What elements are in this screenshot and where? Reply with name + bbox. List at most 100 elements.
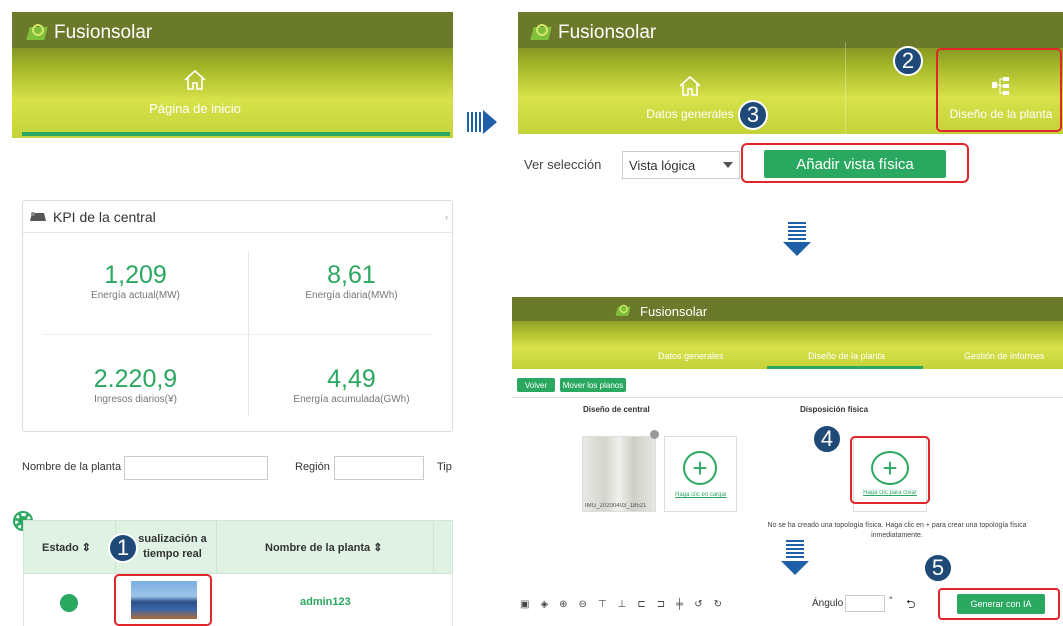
sun-panel-icon bbox=[615, 304, 630, 318]
plant-design-title: Diseño de central bbox=[583, 405, 650, 414]
app-logo: Fusionsolar bbox=[530, 22, 656, 44]
degree-symbol: ° bbox=[889, 595, 893, 605]
view-select-value: Vista lógica bbox=[629, 157, 696, 173]
plant-name-input[interactable] bbox=[124, 456, 268, 480]
down-arrow-icon bbox=[786, 540, 804, 560]
kpi-divider-horizontal bbox=[43, 334, 433, 335]
kpi-total-energy: 4,49 Energía acumulada(GWh) bbox=[249, 365, 454, 405]
home-icon bbox=[184, 69, 206, 90]
kpi-value: 1,209 bbox=[104, 261, 167, 289]
sun-panel-icon bbox=[530, 24, 552, 42]
down-arrow-head bbox=[783, 242, 811, 256]
highlight-create-card bbox=[850, 436, 930, 504]
region-input[interactable] bbox=[334, 456, 424, 480]
kpi-current-power: 1,209 Energía actual(MW) bbox=[23, 261, 248, 301]
tab-design[interactable]: Diseño de la planta bbox=[808, 351, 885, 361]
app-logo: Fusionsolar bbox=[26, 22, 152, 44]
highlight-generate-button bbox=[938, 588, 1060, 620]
align-bottom-icon[interactable]: ⊥ bbox=[618, 599, 627, 610]
highlight-add-button bbox=[741, 143, 969, 183]
step-1-badge: 1 bbox=[108, 533, 138, 563]
add-circle-icon[interactable]: + bbox=[683, 451, 717, 485]
app-name: Fusionsolar bbox=[640, 303, 708, 319]
kpi-daily-energy: 8,61 Energía diaria(MWh) bbox=[249, 261, 454, 301]
home-label: Página de inicio bbox=[149, 101, 241, 116]
app-name: Fusionsolar bbox=[54, 22, 153, 43]
tab-overview[interactable]: Datos generales bbox=[658, 351, 724, 361]
plant-image-caption: IMG_20200403_18521 bbox=[585, 503, 647, 509]
redo-icon[interactable]: ↻ bbox=[714, 599, 722, 610]
kpi-label: Energía acumulada(GWh) bbox=[293, 394, 410, 405]
home-active-underline bbox=[22, 132, 450, 136]
upload-link[interactable]: Haga clic en cargar bbox=[671, 492, 731, 498]
down-arrow-icon bbox=[788, 222, 806, 242]
header-divider bbox=[216, 520, 217, 574]
tab-reports[interactable]: Gestión de informes bbox=[964, 351, 1045, 361]
table-header-plant-name[interactable]: Nombre de la planta ⇕ bbox=[265, 541, 382, 554]
angle-label: Ángulo bbox=[812, 598, 844, 609]
header-divider bbox=[433, 520, 434, 574]
kpi-label: Energía actual(MW) bbox=[91, 290, 180, 301]
table-header-estado[interactable]: Estado ⇕ bbox=[42, 541, 91, 554]
table-header-realtime: sualización a tiempo real bbox=[138, 533, 207, 560]
align-right-icon[interactable]: ⊐ bbox=[657, 599, 665, 610]
kpi-label: Ingresos diarios(¥) bbox=[94, 394, 177, 405]
kpi-value: 2.220,9 bbox=[93, 365, 178, 393]
align-center-icon[interactable]: ╪ bbox=[676, 599, 683, 610]
right-arrow-head bbox=[483, 110, 497, 134]
angle-input[interactable] bbox=[845, 595, 885, 612]
undo-icon[interactable]: ↺ bbox=[694, 599, 702, 610]
kpi-card: KPI de la central › 1,209 Energía actual… bbox=[22, 200, 453, 432]
physical-layout-title: Disposición física bbox=[800, 405, 869, 414]
app-logo: Fusionsolar bbox=[612, 302, 707, 320]
sun-panel-icon bbox=[26, 24, 48, 42]
down-arrow-head bbox=[781, 561, 809, 575]
close-icon[interactable] bbox=[650, 430, 659, 439]
highlight-tab-design bbox=[936, 48, 1062, 132]
top-bar bbox=[512, 297, 1063, 321]
view-selection-label: Ver selección bbox=[524, 157, 602, 172]
kpi-label: Energía diaria(MWh) bbox=[305, 290, 398, 301]
kpi-value: 8,61 bbox=[327, 261, 376, 289]
status-dot-icon bbox=[60, 594, 78, 612]
table-row bbox=[23, 574, 453, 626]
back-button[interactable]: Volver bbox=[517, 378, 555, 392]
plant-image-card[interactable] bbox=[582, 436, 656, 512]
right-arrow-icon bbox=[467, 112, 483, 132]
tab-overview[interactable]: Datos generales bbox=[635, 74, 745, 121]
zoom-out-icon[interactable]: ⊖ bbox=[579, 599, 587, 610]
eraser-icon[interactable]: ◈ bbox=[540, 599, 548, 610]
chevron-right-icon[interactable]: › bbox=[445, 212, 448, 222]
step-4-badge: 4 bbox=[812, 424, 842, 454]
tab-overview-label: Datos generales bbox=[646, 107, 734, 121]
move-planes-button[interactable]: Mover los planos bbox=[560, 378, 626, 392]
kpi-title: KPI de la central bbox=[53, 208, 156, 225]
app-name: Fusionsolar bbox=[558, 22, 657, 43]
save-icon[interactable]: ▣ bbox=[520, 599, 529, 610]
plant-name-label: Nombre de la planta bbox=[22, 461, 122, 473]
kpi-header: KPI de la central › bbox=[23, 201, 452, 233]
highlight-thumbnail bbox=[114, 574, 212, 626]
chevron-down-icon bbox=[723, 162, 733, 168]
banner-divider bbox=[845, 42, 846, 134]
drawing-toolbar: ▣ ◈ ⊕ ⊖ ⊤ ⊥ ⊏ ⊐ ╪ ↺ ↻ bbox=[520, 596, 790, 612]
tab-active-underline bbox=[767, 366, 923, 369]
step-3-badge: 3 bbox=[738, 100, 768, 130]
toolbar-divider bbox=[512, 397, 1063, 398]
kpi-value: 4,49 bbox=[327, 365, 376, 393]
align-top-icon[interactable]: ⊤ bbox=[598, 599, 607, 610]
align-left-icon[interactable]: ⊏ bbox=[637, 599, 645, 610]
view-select[interactable]: Vista lógica bbox=[622, 151, 740, 179]
solar-panel-icon bbox=[30, 211, 46, 221]
home-icon bbox=[679, 75, 701, 96]
step-5-badge: 5 bbox=[923, 553, 953, 583]
home-nav-item[interactable]: Página de inicio bbox=[140, 68, 250, 116]
step-2-badge: 2 bbox=[893, 46, 923, 76]
reset-angle-icon[interactable]: ⮌ bbox=[906, 595, 916, 616]
no-topology-notice: No se ha creado una topología física. Ha… bbox=[767, 522, 1027, 539]
type-label: Tip bbox=[437, 461, 452, 473]
zoom-in-icon[interactable]: ⊕ bbox=[559, 599, 567, 610]
plant-name-link[interactable]: admin123 bbox=[300, 596, 351, 608]
region-label: Región bbox=[295, 461, 330, 473]
kpi-daily-income: 2.220,9 Ingresos diarios(¥) bbox=[23, 365, 248, 405]
